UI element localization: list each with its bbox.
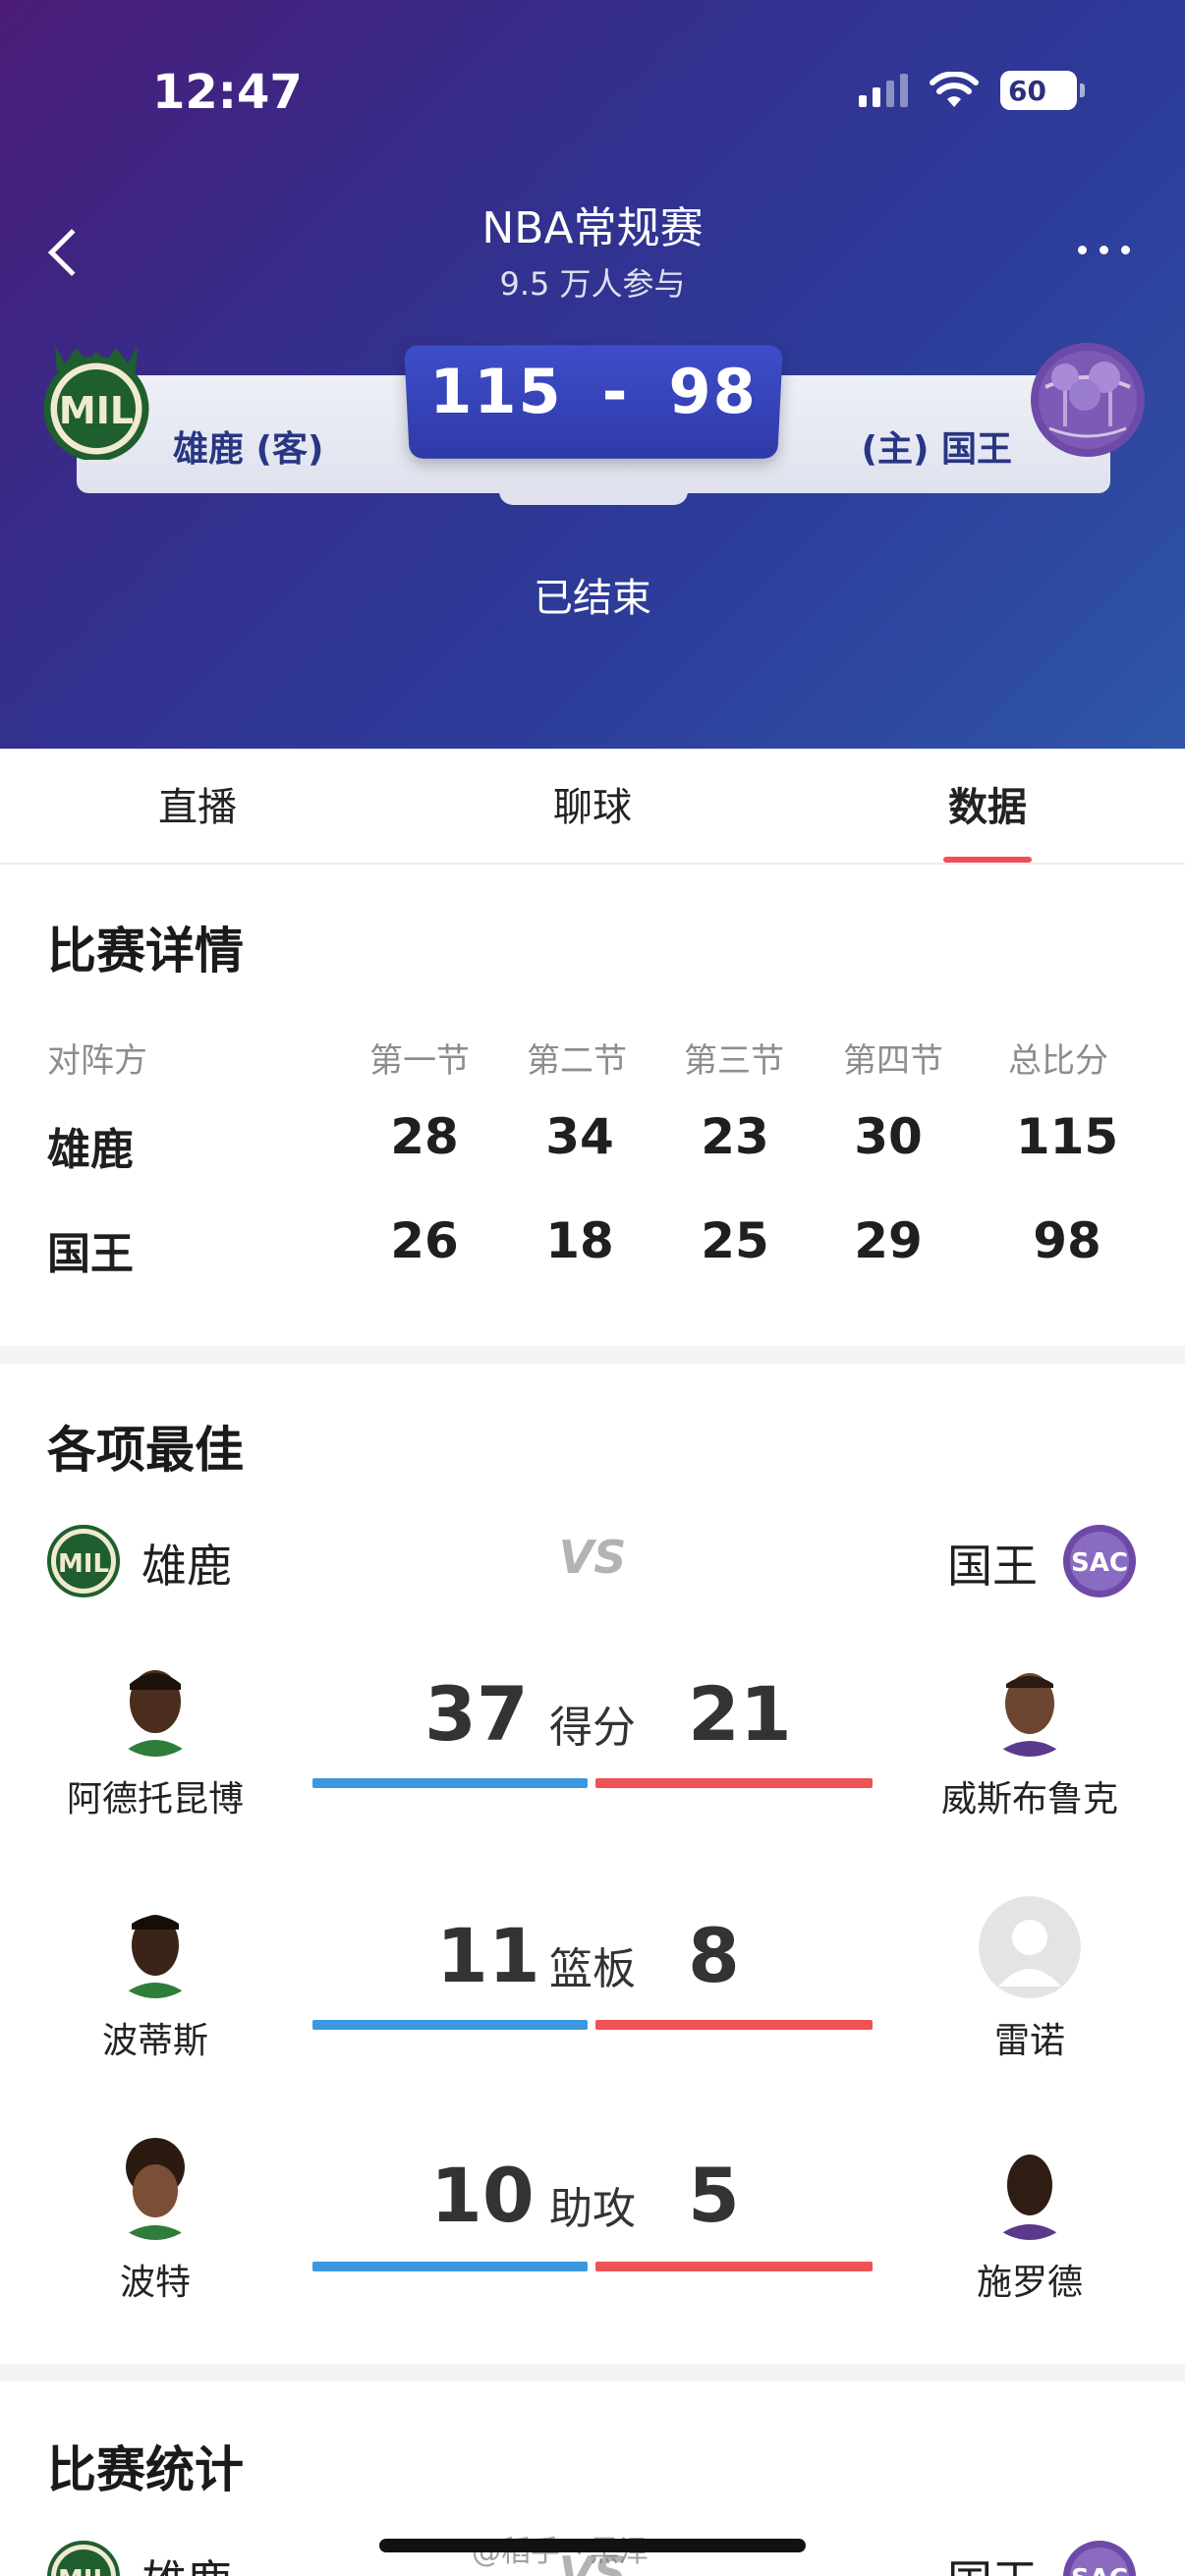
svg-text:SAC: SAC (1071, 1548, 1128, 1578)
away-score: 115 (429, 356, 563, 427)
player-name[interactable]: 施罗德 (912, 2254, 1148, 2305)
column-q3: 第三节 (684, 1041, 784, 1081)
column-total: 总比分 (1008, 1041, 1108, 1081)
player-name[interactable]: 雷诺 (912, 2012, 1148, 2063)
player-name[interactable]: 阿德托昆博 (37, 1770, 273, 1821)
cell-q4: 30 (854, 1108, 923, 1165)
away-stat-bar (312, 1778, 588, 1788)
score-separator: - (601, 356, 630, 427)
cellular-signal-icon (859, 74, 908, 107)
best-players-title: 各项最佳 (47, 1422, 244, 1479)
home-team-name: 国王 (947, 1540, 1038, 1593)
home-stat-value: 21 (688, 1670, 792, 1758)
avatar[interactable] (979, 2138, 1081, 2240)
column-q2: 第二节 (527, 1041, 627, 1081)
game-stats-title: 比赛统计 (47, 2441, 244, 2498)
home-stat-bar (595, 2020, 873, 2030)
home-team-name: 国王 (947, 2547, 1038, 2576)
cell-q2: 18 (545, 1212, 614, 1269)
cell-q3: 23 (701, 1108, 769, 1165)
away-team-label: 雄鹿 (客) (173, 429, 324, 470)
game-details-title: 比赛详情 (47, 923, 244, 980)
away-stat-bar (312, 2262, 588, 2271)
cell-q3: 25 (701, 1212, 769, 1269)
column-matchup: 对阵方 (47, 1041, 147, 1081)
column-q4: 第四节 (843, 1041, 943, 1081)
battery-icon: 60 (1000, 71, 1085, 110)
wifi-icon (930, 72, 979, 107)
tab-chat[interactable]: 聊球 (395, 749, 790, 863)
kings-logo-icon: SAC (1063, 1525, 1136, 1597)
participants-count: 9.5 万人参与 (499, 265, 686, 303)
cell-q1: 26 (390, 1212, 459, 1269)
row-team-name: 雄鹿 (47, 1125, 134, 1175)
home-stat-value: 5 (688, 2152, 740, 2239)
status-icons: 60 (859, 71, 1085, 110)
kings-logo-icon[interactable] (1026, 338, 1150, 462)
tab-live[interactable]: 直播 (0, 749, 395, 863)
home-stat-bar (595, 1778, 873, 1788)
player-name[interactable]: 波特 (37, 2254, 273, 2305)
home-stat-value: 8 (688, 1912, 740, 1999)
game-header: 12:47 60 NBA常规赛 9.5 万人参与 雄鹿 (客) (主) 国王 1… (0, 0, 1185, 749)
tab-bar: 直播 聊球 数据 (0, 749, 1185, 865)
cell-total: 98 (1033, 1212, 1101, 1269)
section-divider (0, 1346, 1185, 1364)
player-name[interactable]: 威斯布鲁克 (912, 1770, 1148, 1821)
page-title: NBA常规赛 (481, 203, 704, 253)
section-divider (0, 2364, 1185, 2381)
row-team-name: 国王 (47, 1229, 134, 1279)
cell-q1: 28 (390, 1108, 459, 1165)
column-q1: 第一节 (369, 1041, 470, 1081)
home-stat-bar (595, 2262, 873, 2271)
away-stat-bar (312, 2020, 588, 2030)
cell-q2: 34 (545, 1108, 614, 1165)
home-score: 98 (668, 356, 758, 427)
svg-text:MIL: MIL (59, 389, 134, 432)
cell-q4: 29 (854, 1212, 923, 1269)
bucks-logo-icon[interactable]: MIL (37, 338, 155, 460)
final-score: 115-98 (407, 356, 780, 427)
cell-total: 115 (1015, 1108, 1119, 1165)
kings-logo-icon: SAC (1063, 2541, 1136, 2576)
avatar[interactable] (979, 1654, 1081, 1757)
game-status: 已结束 (534, 576, 651, 621)
player-name[interactable]: 波蒂斯 (37, 2012, 273, 2063)
default-avatar-icon[interactable] (979, 1896, 1081, 1998)
svg-text:SAC: SAC (1071, 2564, 1128, 2576)
tab-stats[interactable]: 数据 (790, 749, 1185, 863)
status-time: 12:47 (152, 65, 303, 120)
home-indicator[interactable] (379, 2539, 806, 2552)
home-team-label: (主) 国王 (861, 429, 1012, 470)
